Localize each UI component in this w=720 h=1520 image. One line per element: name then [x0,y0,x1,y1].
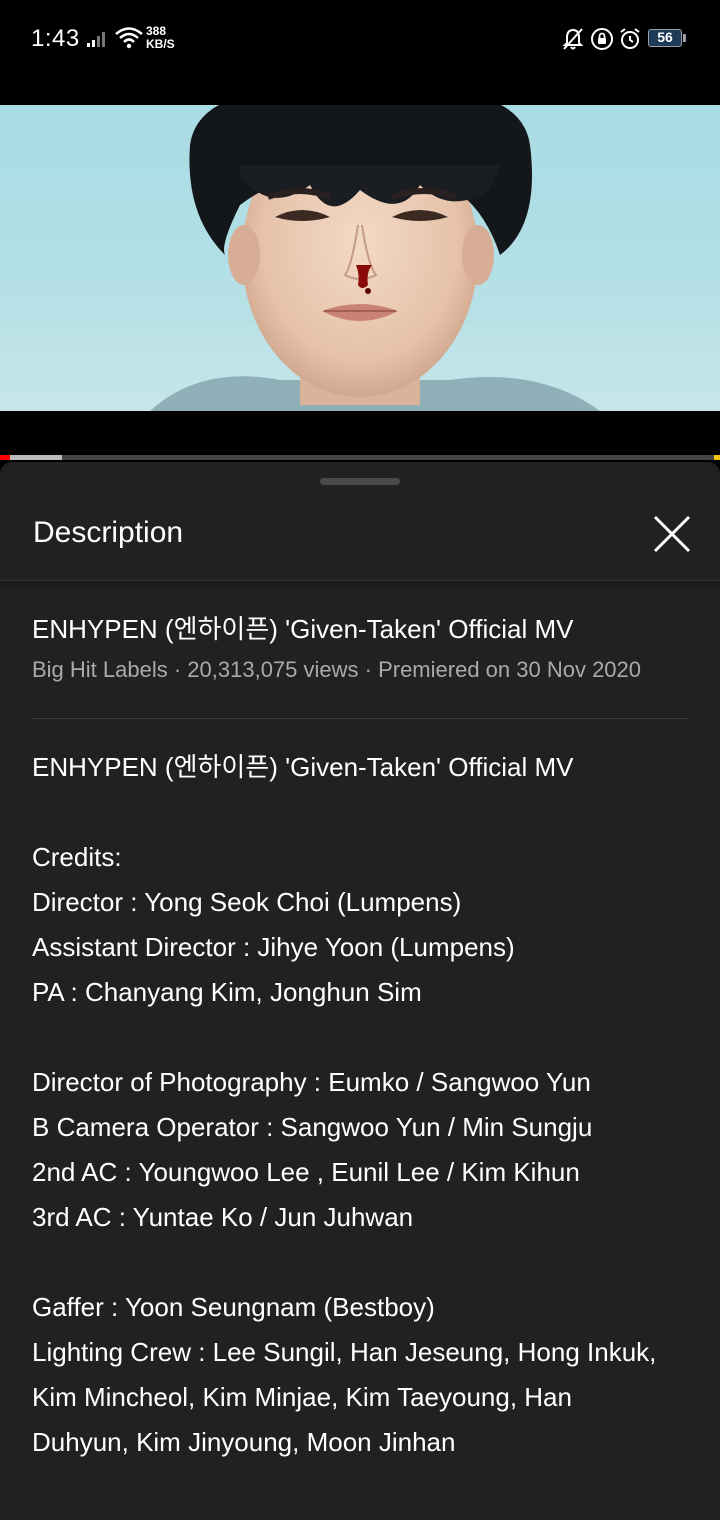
battery-tip [683,34,686,42]
description-line [32,790,692,835]
description-text: ENHYPEN (엔하이픈) 'Given-Taken' Official MV… [32,745,692,1465]
description-line: Kim Mincheol, Kim Minjae, Kim Taeyoung, … [32,1382,572,1412]
alarm-icon [620,28,640,49]
sheet-title: Description [33,516,184,549]
video-player[interactable] [0,105,720,411]
description-line: Credits: [32,842,122,872]
video-progress-bar[interactable] [0,455,720,460]
network-speed-unit: KB/S [146,37,175,51]
video-meta: Big Hit Labels · 20,313,075 views · Prem… [32,657,642,682]
progress-played [0,455,11,460]
description-line: Duhyun, Kim Jinyoung, Moon Jinhan [32,1427,456,1457]
description-line: ENHYPEN (엔하이픈) 'Given-Taken' Official MV [32,752,574,782]
description-line [32,1015,692,1060]
wifi-icon [115,27,143,49]
status-bar: 1:43 388 KB/S 56 [0,0,720,80]
signal-icon [87,32,105,47]
description-line: Lighting Crew : Lee Sungil, Han Jeseung,… [32,1337,657,1367]
status-time: 1:43 [31,25,80,52]
description-line: Gaffer : Yoon Seungnam (Bestboy) [32,1292,435,1322]
description-line: 2nd AC : Youngwoo Lee , Eunil Lee / Kim … [32,1157,580,1187]
description-line: 3rd AC : Yuntae Ko / Jun Juhwan [32,1202,414,1232]
close-icon[interactable] [648,510,696,558]
rotation-lock-icon [591,28,613,50]
bell-off-icon [562,28,584,50]
description-line: PA : Chanyang Kim, Jonghun Sim [32,977,422,1007]
description-line: Assistant Director : Jihye Yoon (Lumpens… [32,932,515,962]
battery-icon: 56 [648,29,682,47]
description-line [32,1240,692,1285]
description-line: Director of Photography : Eumko / Sangwo… [32,1067,591,1097]
drag-handle[interactable] [320,478,400,485]
divider [32,718,688,719]
video-title: ENHYPEN (엔하이픈) 'Given-Taken' Official MV [32,614,574,644]
description-line: B Camera Operator : Sangwoo Yun / Min Su… [32,1112,593,1142]
video-frame-image [150,105,600,411]
description-line: Director : Yong Seok Choi (Lumpens) [32,887,462,917]
description-content: ENHYPEN (엔하이픈) 'Given-Taken' Official MV… [32,612,692,1465]
description-sheet: Description ENHYPEN (엔하이픈) 'Given-Taken'… [0,462,720,1520]
sheet-header: Description [0,492,720,581]
progress-end-marker [714,455,720,460]
network-speed: 388 KB/S [146,25,175,51]
